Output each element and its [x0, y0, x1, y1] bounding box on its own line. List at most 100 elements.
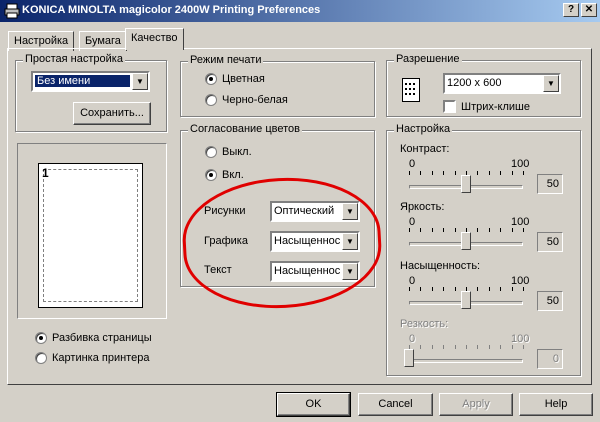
close-title-button[interactable]: ✕ [581, 3, 597, 17]
slider-tick [432, 287, 433, 291]
slider-tick [409, 287, 410, 291]
resolution-title: Разрешение [394, 53, 462, 65]
contrast-value[interactable]: 50 [537, 174, 563, 194]
slider-tick [432, 171, 433, 175]
radio-printer-picture[interactable] [35, 352, 47, 364]
contrast-min: 0 [409, 158, 416, 170]
slider-tick [466, 345, 467, 349]
slider-tick [512, 345, 513, 349]
pictures-value: Оптический [274, 205, 335, 217]
contrast-max: 100 [511, 158, 530, 170]
halftone-label: Штрих-клише [461, 101, 530, 113]
close-icon: ✕ [584, 4, 594, 15]
slider-tick [455, 228, 456, 232]
chevron-down-icon[interactable]: ▼ [543, 75, 559, 92]
slider-tick [420, 171, 421, 175]
contrast-label: Контраст: [400, 143, 450, 155]
brightness-label: Яркость: [400, 201, 445, 213]
graphics-value: Насыщенност [274, 235, 340, 247]
help-title-button[interactable]: ? [563, 3, 579, 17]
resolution-value: 1200 x 600 [447, 77, 502, 89]
slider-tick [420, 228, 421, 232]
saturation-thumb[interactable] [461, 291, 471, 309]
resolution-dropdown[interactable]: 1200 x 600 ▼ [443, 73, 561, 94]
radio-color[interactable] [205, 73, 217, 85]
brightness-value[interactable]: 50 [537, 232, 563, 252]
slider-tick [443, 171, 444, 175]
slider-tick [523, 287, 524, 291]
slider-tick [432, 345, 433, 349]
slider-tick [489, 287, 490, 291]
saturation-value[interactable]: 50 [537, 291, 563, 311]
slider-tick [409, 228, 410, 232]
slider-tick [443, 287, 444, 291]
adjust-title: Настройка [394, 123, 453, 135]
chevron-down-icon[interactable]: ▼ [342, 233, 358, 250]
chevron-down-icon[interactable]: ▼ [342, 203, 358, 220]
slider-tick [500, 228, 501, 232]
slider-tick [489, 345, 490, 349]
slider-tick [512, 228, 513, 232]
text-dropdown[interactable]: Насыщенност ▼ [270, 261, 360, 282]
apply-button[interactable]: Apply [439, 393, 513, 416]
preset-group-title: Простая настройка [23, 53, 125, 65]
slider-tick [500, 345, 501, 349]
adjust-group: Настройка [386, 123, 581, 376]
color-label: Цветная [222, 73, 265, 85]
brightness-thumb[interactable] [461, 232, 471, 250]
brightness-max: 100 [511, 216, 530, 228]
slider-tick [512, 287, 513, 291]
contrast-thumb[interactable] [461, 175, 471, 193]
sharpness-thumb[interactable] [404, 349, 414, 367]
brightness-min: 0 [409, 216, 416, 228]
text-label: Текст [204, 264, 232, 276]
sharpness-max: 100 [511, 333, 530, 345]
radio-page-split[interactable] [35, 332, 47, 344]
bw-label: Черно-белая [222, 94, 288, 106]
page-split-label: Разбивка страницы [52, 332, 152, 344]
saturation-min: 0 [409, 275, 416, 287]
slider-tick [477, 171, 478, 175]
title-bar: KONICA MINOLTA magicolor 2400W Printing … [0, 0, 600, 22]
page-number: 1 [42, 166, 49, 180]
cancel-button[interactable]: Cancel [358, 393, 433, 416]
resolution-dots-icon [402, 78, 420, 102]
chevron-down-icon[interactable]: ▼ [132, 73, 148, 90]
slider-tick [489, 228, 490, 232]
sharpness-label: Резкость: [400, 318, 449, 330]
sharpness-slider[interactable] [409, 359, 523, 363]
chevron-down-icon[interactable]: ▼ [342, 263, 358, 280]
slider-tick [523, 171, 524, 175]
slider-tick [443, 228, 444, 232]
print-mode-group: Режим печати [180, 54, 375, 117]
save-button[interactable]: Сохранить... [73, 102, 151, 125]
slider-tick [477, 287, 478, 291]
slider-tick [455, 345, 456, 349]
slider-tick [455, 287, 456, 291]
ok-button[interactable]: OK [276, 392, 351, 417]
slider-tick [500, 287, 501, 291]
radio-matching-on[interactable] [205, 169, 217, 181]
slider-tick [477, 345, 478, 349]
preview-page: 1 [38, 163, 143, 308]
slider-tick [489, 171, 490, 175]
slider-tick [455, 171, 456, 175]
preset-dropdown[interactable]: Без имени ▼ [31, 71, 150, 92]
radio-matching-off[interactable] [205, 146, 217, 158]
help-button[interactable]: Help [519, 393, 593, 416]
slider-tick [512, 171, 513, 175]
tab-quality[interactable]: Качество [125, 28, 184, 50]
slider-tick [409, 171, 410, 175]
pictures-dropdown[interactable]: Оптический ▼ [270, 201, 360, 222]
slider-tick [500, 171, 501, 175]
halftone-checkbox[interactable] [443, 100, 456, 113]
sharpness-value[interactable]: 0 [537, 349, 563, 369]
print-mode-title: Режим печати [188, 54, 264, 66]
text-value: Насыщенност [274, 265, 340, 277]
matching-on-label: Вкл. [222, 169, 244, 181]
radio-bw[interactable] [205, 94, 217, 106]
printer-icon [4, 3, 20, 19]
slider-tick [432, 228, 433, 232]
slider-tick [443, 345, 444, 349]
graphics-dropdown[interactable]: Насыщенност ▼ [270, 231, 360, 252]
